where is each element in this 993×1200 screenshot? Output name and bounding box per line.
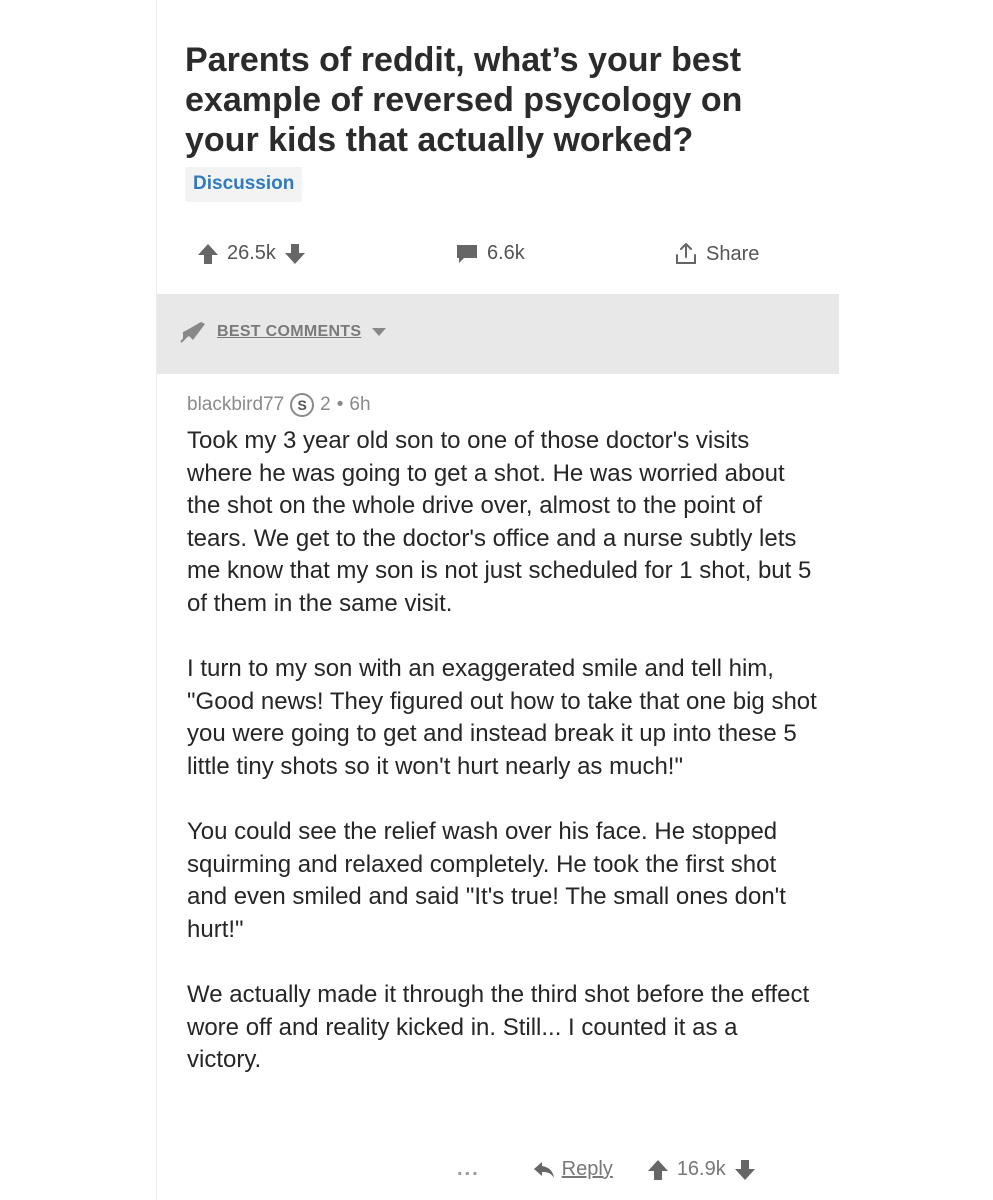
- reply-label: Reply: [561, 1158, 613, 1180]
- comment-paragraph: Took my 3 year old son to one of those d…: [187, 427, 812, 617]
- comment-upvote-icon[interactable]: [647, 1159, 669, 1181]
- comment-vote: 16.9k: [647, 1158, 756, 1181]
- chevron-down-icon: [371, 326, 387, 338]
- comment-meta: blackbird77 S 2 • 6h: [187, 393, 371, 417]
- rocket-icon: [179, 320, 207, 344]
- post-flair[interactable]: Discussion: [185, 167, 303, 202]
- upvote-icon[interactable]: [197, 243, 219, 265]
- comment-paragraph: I turn to my son with an exaggerated smi…: [187, 655, 817, 780]
- post-comments-count: 6.6k: [487, 242, 525, 264]
- post-action-bar: 26.5k 6.6k Share: [157, 236, 839, 280]
- reply-button[interactable]: Reply: [532, 1158, 613, 1181]
- sort-label: BEST COMMENTS: [217, 323, 362, 340]
- comment-age: 6h: [349, 394, 371, 415]
- post-frame: Parents of reddit, what’s your best exam…: [156, 0, 839, 1200]
- more-options-button[interactable]: ...: [457, 1158, 480, 1181]
- comment-sort-bar: BEST COMMENTS: [157, 294, 839, 374]
- comment-footer: ... Reply 16.9k: [457, 1158, 756, 1181]
- post-vote: 26.5k: [197, 242, 306, 265]
- post-score: 26.5k: [227, 242, 276, 264]
- comment-body: Took my 3 year old son to one of those d…: [187, 425, 817, 1109]
- post-share-button[interactable]: Share: [674, 242, 759, 266]
- comment-author[interactable]: blackbird77: [187, 394, 284, 416]
- share-label: Share: [706, 242, 760, 265]
- comment-score: 16.9k: [676, 1158, 726, 1180]
- comment-sort-dropdown[interactable]: BEST COMMENTS: [179, 320, 387, 344]
- comment-bubble-icon: [455, 243, 479, 265]
- post-title[interactable]: Parents of reddit, what’s your best exam…: [185, 40, 805, 160]
- post-comments-button[interactable]: 6.6k: [455, 242, 525, 265]
- coin-count: 2: [320, 394, 331, 415]
- share-icon: [674, 242, 698, 266]
- comment-paragraph: You could see the relief wash over his f…: [187, 818, 786, 943]
- comment-paragraph: We actually made it through the third sh…: [187, 981, 810, 1074]
- meta-separator: •: [336, 394, 344, 415]
- coin-icon: S: [290, 393, 315, 417]
- comment-downvote-icon[interactable]: [734, 1159, 756, 1181]
- downvote-icon[interactable]: [284, 243, 306, 265]
- reply-arrow-icon: [532, 1160, 556, 1180]
